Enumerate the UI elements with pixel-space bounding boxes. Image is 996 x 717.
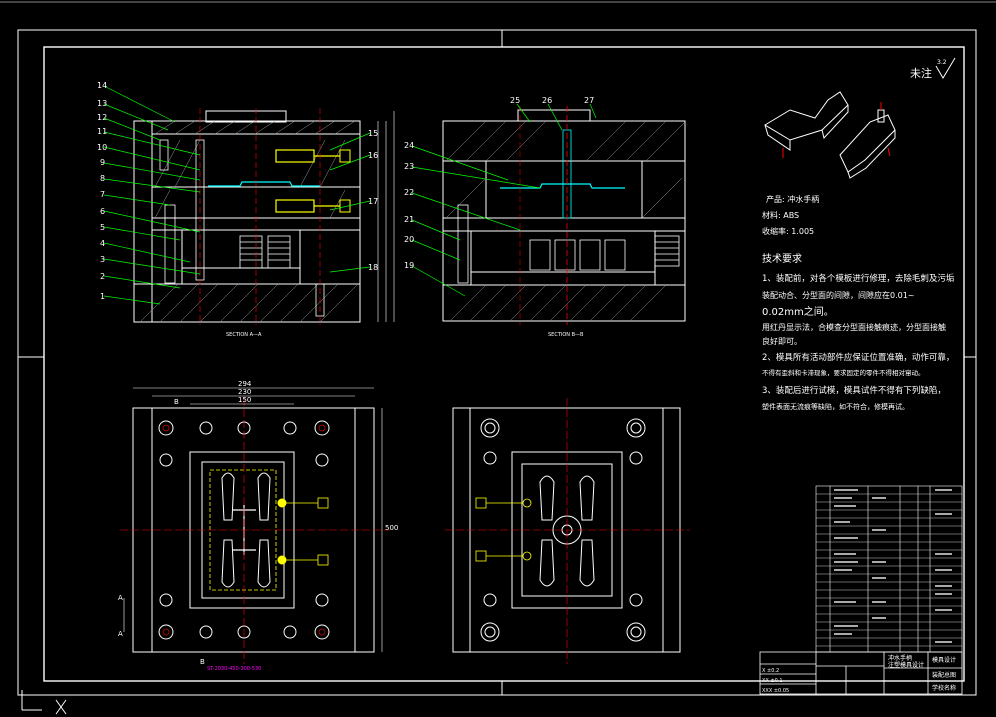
part-no: 15 [368,129,378,138]
tol-row: XX ±0.1 [762,678,783,684]
part-no: 20 [404,235,414,244]
section-a-view: 14 13 12 11 10 9 8 7 6 5 4 3 2 1 15 16 1… [97,81,395,338]
part-no: 17 [368,197,378,206]
part-no: 21 [404,215,414,224]
part-no: 4 [100,239,105,248]
req-line: 塑件表面无流痕等缺陷，如不符合，修模再试。 [762,402,909,411]
ucs-icon [21,690,67,715]
tol-row: X ±0.2 [762,668,779,674]
req-line: 0.02mm之间。 [762,305,834,318]
section-mark: A [118,594,123,602]
roughness-value: 3.2 [937,59,947,66]
section-a-label: SECTION A—A [226,332,262,338]
tol-row: XXX ±0.05 [762,688,789,694]
part-no: 23 [404,162,414,171]
part-no: 10 [97,143,107,152]
part-no: 25 [510,96,520,105]
part-no: 8 [100,174,105,183]
req-line: 2、模具所有活动部件应保证位置准确，动作可靠， [762,352,954,363]
req-line: 用红丹显示法，合模查分型面接触痕迹，分型面接触 [762,322,946,332]
roughness-label: 未注 [910,66,932,80]
part-no: 19 [404,261,414,270]
part-no: 18 [368,263,378,272]
req-line: 不得有歪斜和卡滞现象，要求固定的零件不得相对窜动。 [762,368,925,377]
tech-title: 技术要求 [762,252,802,265]
part-no: 27 [584,96,594,105]
title-school: 模具设计 [932,656,956,664]
part-no: 1 [100,292,105,301]
part-no: 24 [404,141,414,150]
part-no: 12 [97,113,107,122]
plan-view-fixed-half [445,398,690,664]
part-no: 6 [100,207,105,216]
section-mark: B [200,658,205,666]
title-name-1: 冲水手柄 [888,654,912,662]
req-line: 装配动合、分型面的间隙，间隙应在0.01~ [762,290,915,300]
shrinkage-line: 收缩率: 1.005 [762,226,814,236]
product-line: 产品: 冲水手柄 [766,194,819,204]
product-iso-sketch-2 [839,102,896,179]
part-no: 14 [97,81,107,90]
part-no: 16 [368,151,378,160]
part-no: 13 [97,99,107,108]
part-no: 5 [100,223,105,232]
part-no: 11 [97,127,107,136]
req-line: 1、装配前，对各个模板进行修理，去除毛刺及污垢 [762,273,955,284]
req-line: 良好即可。 [762,336,802,346]
req-line: 3、装配后进行试模，模具试件不得有下列缺陷， [762,385,946,396]
title-school-2: 学校名称 [932,684,956,692]
product-iso-sketch-1 [764,91,849,158]
title-block: 冲水手柄 注塑模具设计 模具设计 装配总图 学校名称 X ±0.2 XX ±0.… [759,651,963,695]
dim-label: 150 [238,396,251,404]
material-line: 材料: ABS [762,210,799,220]
title-drawing-no: 装配总图 [932,671,956,679]
dim-label: 230 [238,388,251,396]
part-no: 26 [542,96,552,105]
dim-label: 294 [238,380,252,388]
magenta-label: ST-2030-450-300-530 [207,666,261,672]
part-no: 2 [100,272,105,281]
section-mark: A [118,630,123,638]
section-b-label: SECTION B—B [548,332,584,338]
dim-label: 500 [385,524,398,532]
title-name-2: 注塑模具设计 [888,661,924,669]
notes-panel: 未注 3.2 产品: 冲水手柄 材料: ABS 收缩率: 1.005 技术要求 … [762,57,956,411]
part-no: 7 [100,190,105,199]
cad-drawing-canvas[interactable]: 14 13 12 11 10 9 8 7 6 5 4 3 2 1 15 16 1… [0,0,996,717]
plan-view-moving-half: 294 230 150 500 A A B B ST-2030-450-300-… [118,380,398,672]
parts-list-table [815,485,963,653]
part-no: 9 [100,158,105,167]
section-b-view: 25 26 27 24 23 22 21 20 19 SECTION B—B [404,96,686,338]
part-no: 3 [100,255,105,264]
section-mark: B [174,398,179,406]
part-no: 22 [404,188,414,197]
